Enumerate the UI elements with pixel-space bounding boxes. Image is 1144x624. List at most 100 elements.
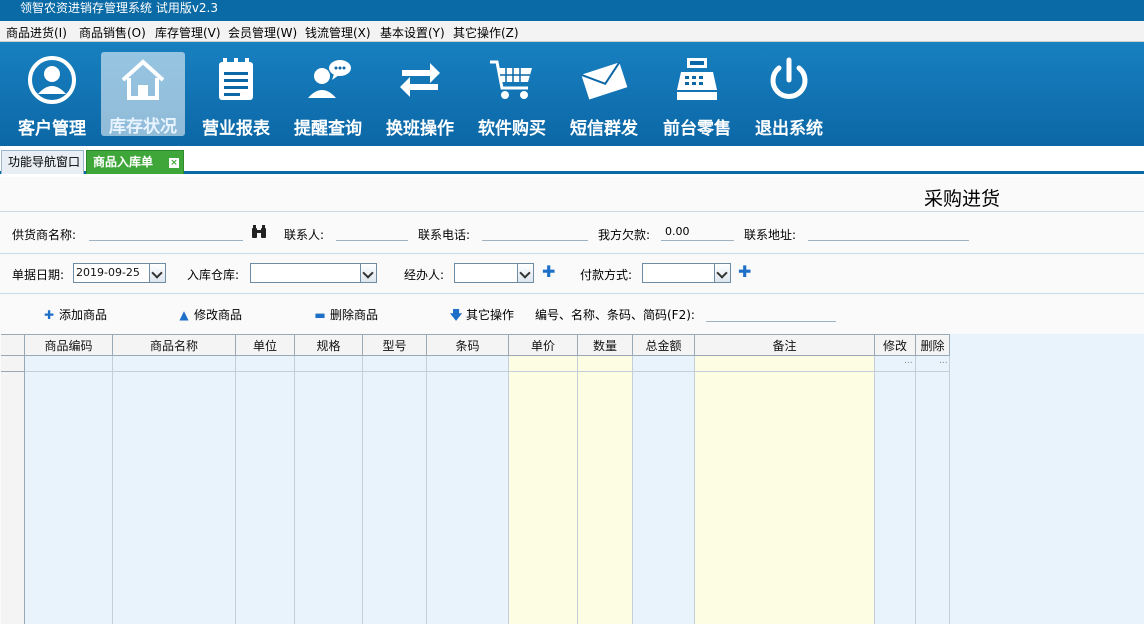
chevron-down-icon[interactable] bbox=[149, 264, 165, 282]
debt-value: 0.00 bbox=[661, 223, 734, 241]
menu-bar: 商品进货(I) 商品销售(O) 库存管理(V) 会员管理(W) 钱流管理(X) … bbox=[0, 21, 1144, 42]
column-header-model[interactable]: 型号 bbox=[363, 334, 427, 356]
tab-stock-in[interactable]: 商品入库单 × bbox=[86, 150, 184, 174]
home-icon bbox=[121, 59, 165, 100]
row-header-cell[interactable] bbox=[1, 356, 25, 372]
cash-register-icon bbox=[677, 58, 717, 100]
product-grid: 商品编码 商品名称 单位 规格 型号 条码 单价 数量 总金额 备注 修改 删除… bbox=[1, 334, 1144, 624]
column-header-code[interactable]: 商品编码 bbox=[25, 334, 113, 356]
toolbar-shift-button[interactable]: 换班操作 bbox=[378, 54, 462, 146]
row-edit-button[interactable]: ... bbox=[904, 356, 913, 366]
grid-column bbox=[427, 334, 509, 624]
grid-column bbox=[875, 334, 916, 624]
column-header-edit[interactable]: 修改 bbox=[875, 334, 916, 356]
phone-input[interactable] bbox=[482, 223, 588, 241]
warehouse-label: 入库仓库: bbox=[187, 268, 240, 282]
toolbar-report-button[interactable]: 营业报表 bbox=[194, 54, 278, 146]
column-header-spec[interactable]: 规格 bbox=[295, 334, 363, 356]
menu-item-other[interactable]: 其它操作(Z) bbox=[453, 24, 519, 41]
toolbar-stock-label: 库存状况 bbox=[109, 117, 177, 137]
column-header-name[interactable]: 商品名称 bbox=[113, 334, 236, 356]
search-input[interactable] bbox=[706, 304, 836, 322]
chevron-down-icon[interactable] bbox=[517, 264, 533, 282]
edit-product-button[interactable]: ▲ 修改商品 bbox=[177, 306, 242, 323]
supplier-input[interactable] bbox=[89, 223, 243, 241]
toolbar-exit-button[interactable]: 退出系统 bbox=[747, 54, 831, 146]
payment-select[interactable] bbox=[642, 263, 731, 283]
toolbar-sms-label: 短信群发 bbox=[570, 119, 638, 139]
search-label: 编号、名称、条码、简码(F2): bbox=[535, 308, 695, 322]
chevron-down-icon[interactable] bbox=[714, 264, 730, 282]
add-handler-plus-icon[interactable]: ✚ bbox=[542, 264, 555, 280]
grid-column bbox=[363, 334, 427, 624]
grid-column bbox=[509, 334, 578, 624]
grid-column bbox=[916, 334, 950, 624]
grid-column bbox=[236, 334, 295, 624]
other-actions-button[interactable]: 🡇 其它操作 bbox=[449, 306, 514, 327]
contact-input[interactable] bbox=[336, 223, 408, 241]
edit-product-label: 修改商品 bbox=[194, 308, 243, 322]
toolbar-retail-label: 前台零售 bbox=[663, 119, 731, 139]
column-header-delete[interactable]: 删除 bbox=[916, 334, 950, 356]
date-picker[interactable]: 2019-09-25 bbox=[73, 263, 166, 283]
power-icon bbox=[770, 57, 808, 99]
column-header-remark[interactable]: 备注 bbox=[695, 334, 875, 356]
grid-column bbox=[695, 334, 875, 624]
tab-navigation[interactable]: 功能导航窗口 bbox=[1, 150, 84, 174]
menu-item-inventory[interactable]: 库存管理(V) bbox=[155, 24, 221, 41]
divider bbox=[0, 293, 1144, 294]
toolbar-stock-button[interactable]: 库存状况 bbox=[101, 52, 185, 137]
menu-item-sales[interactable]: 商品销售(O) bbox=[79, 24, 146, 41]
report-icon bbox=[219, 58, 253, 100]
warehouse-select[interactable] bbox=[250, 263, 377, 283]
add-payment-plus-icon[interactable]: ✚ bbox=[738, 264, 751, 280]
plus-icon: ✚ bbox=[43, 308, 55, 322]
handler-select[interactable] bbox=[454, 263, 534, 283]
contact-label: 联系人: bbox=[284, 228, 325, 242]
swap-icon bbox=[400, 63, 440, 97]
column-header-total[interactable]: 总金额 bbox=[633, 334, 695, 356]
delete-product-button[interactable]: ▬ 删除商品 bbox=[313, 306, 378, 323]
menu-item-members[interactable]: 会员管理(W) bbox=[228, 24, 297, 41]
column-header-unit[interactable]: 单位 bbox=[236, 334, 295, 356]
cart-icon bbox=[490, 60, 532, 99]
table-row[interactable] bbox=[25, 356, 950, 372]
form-title: 采购进货 bbox=[923, 188, 1000, 210]
menu-item-cashflow[interactable]: 钱流管理(X) bbox=[305, 24, 371, 41]
purchase-form: 采购进货 供货商名称: 联系人: 联系电话: 我方欠款: 0.00 联系地址: … bbox=[0, 177, 1144, 624]
column-header-barcode[interactable]: 条码 bbox=[427, 334, 509, 356]
main-toolbar: 客户管理 库存状况 营业报表 提醒查询 换班操作 软件购买 短信群发 前台零售 … bbox=[0, 42, 1144, 146]
add-product-button[interactable]: ✚ 添加商品 bbox=[42, 306, 107, 323]
close-icon[interactable]: × bbox=[169, 158, 179, 168]
divider bbox=[0, 211, 1144, 212]
address-label: 联系地址: bbox=[744, 228, 797, 242]
menu-item-settings[interactable]: 基本设置(Y) bbox=[380, 24, 445, 41]
grid-column bbox=[633, 334, 695, 624]
arrow-down-icon: 🡇 bbox=[449, 308, 463, 322]
minus-icon: ▬ bbox=[314, 308, 326, 322]
menu-item-purchase[interactable]: 商品进货(I) bbox=[6, 24, 67, 41]
column-header-quantity[interactable]: 数量 bbox=[578, 334, 633, 356]
row-delete-button[interactable]: ... bbox=[939, 356, 948, 366]
grid-column bbox=[113, 334, 236, 624]
triangle-up-icon: ▲ bbox=[179, 308, 189, 322]
chevron-down-icon[interactable] bbox=[360, 264, 376, 282]
address-input[interactable] bbox=[808, 223, 969, 241]
add-product-label: 添加商品 bbox=[59, 308, 108, 322]
binoculars-icon[interactable] bbox=[251, 225, 267, 242]
tab-strip: 功能导航窗口 商品入库单 × bbox=[0, 146, 1144, 174]
toolbar-sms-button[interactable]: 短信群发 bbox=[562, 54, 646, 146]
tab-stock-in-label: 商品入库单 bbox=[93, 155, 154, 169]
divider bbox=[0, 253, 1144, 254]
column-header-unit-price[interactable]: 单价 bbox=[509, 334, 578, 356]
tab-navigation-label: 功能导航窗口 bbox=[8, 155, 81, 169]
payment-label: 付款方式: bbox=[580, 268, 633, 282]
toolbar-customer-button[interactable]: 客户管理 bbox=[10, 54, 94, 146]
phone-label: 联系电话: bbox=[418, 228, 471, 242]
toolbar-buy-button[interactable]: 软件购买 bbox=[470, 54, 554, 146]
toolbar-reminder-button[interactable]: 提醒查询 bbox=[286, 54, 370, 146]
toolbar-reminder-label: 提醒查询 bbox=[294, 119, 362, 139]
toolbar-report-label: 营业报表 bbox=[202, 119, 270, 139]
toolbar-retail-button[interactable]: 前台零售 bbox=[655, 54, 739, 146]
window-title: 领智农资进销存管理系统 试用版v2.3 bbox=[20, 1, 219, 15]
